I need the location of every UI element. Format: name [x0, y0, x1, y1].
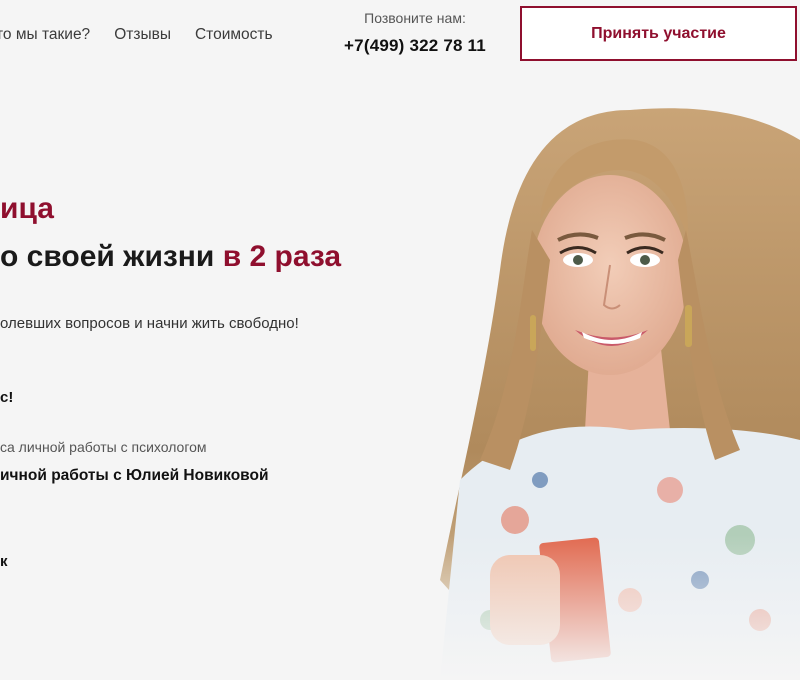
participate-button[interactable]: Принять участие: [520, 6, 797, 61]
bonus-caption: са личной работы с психологом: [0, 439, 207, 455]
hero-title-accent: в 2 раза: [222, 240, 342, 273]
top-nav: то мы такие? Отзывы Стоимость: [0, 26, 273, 44]
hero-title-line1: ица: [0, 192, 54, 225]
hero-title-line2: о своей жизни в 2 раза: [0, 240, 341, 274]
phone-block: Позвоните нам: +7(499) 322 78 11: [330, 10, 500, 56]
bonus-title: ичной работы с Юлией Новиковой: [0, 467, 269, 484]
hero-callout: с!: [0, 389, 14, 406]
landing-page: то мы такие? Отзывы Стоимость Позвоните …: [0, 0, 800, 680]
phone-label: Позвоните нам:: [364, 10, 466, 26]
phone-number-link[interactable]: +7(499) 322 78 11: [330, 36, 500, 56]
psychologist-photo: [420, 100, 800, 680]
gift-text: к: [0, 553, 8, 570]
hero-subtitle: олевших вопросов и начни жить свободно!: [0, 315, 299, 332]
nav-link-price[interactable]: Стоимость: [195, 26, 273, 44]
nav-link-who-we-are[interactable]: то мы такие?: [0, 26, 90, 44]
nav-link-reviews[interactable]: Отзывы: [114, 26, 171, 44]
hero-title-text: о своей жизни: [0, 240, 223, 273]
